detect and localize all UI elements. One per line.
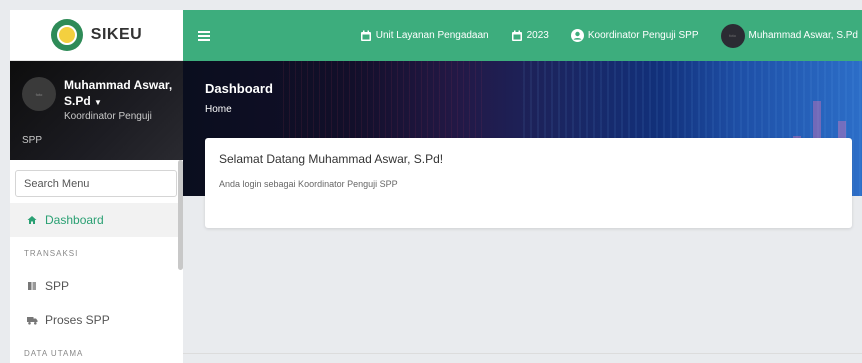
user-avatar: foto <box>22 77 56 111</box>
page-title: Dashboard <box>205 81 273 96</box>
sidebar-item-dashboard[interactable]: Dashboard <box>10 203 183 237</box>
user-panel: foto Muhammad Aswar, S.Pd ▼ Koordinator … <box>10 61 183 160</box>
topnav-user-label: Muhammad Aswar, S.Pd <box>748 30 859 41</box>
topnav-year-label: 2023 <box>526 30 549 41</box>
user-role: Koordinator Penguji <box>64 111 152 122</box>
sidebar-item-label: Dashboard <box>45 213 104 227</box>
topnav-year[interactable]: 2023 <box>511 30 549 42</box>
menu-header-data-utama: DATA UTAMA <box>24 348 84 358</box>
breadcrumb[interactable]: Home <box>205 104 232 115</box>
book-icon <box>26 281 38 291</box>
search-input[interactable] <box>24 177 176 190</box>
footer-divider <box>183 353 862 354</box>
welcome-card: Selamat Datang Muhammad Aswar, S.Pd! And… <box>205 138 852 228</box>
welcome-title: Selamat Datang Muhammad Aswar, S.Pd! <box>219 152 444 166</box>
user-name: Muhammad Aswar, S.Pd <box>64 78 173 108</box>
menu-toggle-button[interactable] <box>183 28 225 44</box>
truck-icon <box>26 316 38 325</box>
calendar-icon <box>511 30 523 42</box>
topnav-unit-label: Unit Layanan Pengadaan <box>375 30 489 41</box>
sidebar-item-spp[interactable]: SPP <box>10 269 183 303</box>
sidebar-item-proses-spp[interactable]: Proses SPP <box>10 303 183 337</box>
topnav-user[interactable]: foto Muhammad Aswar, S.Pd <box>720 23 859 48</box>
topbar: Unit Layanan Pengadaan 2023 Koordinator … <box>183 10 862 61</box>
brand[interactable]: SIKEU <box>10 10 183 61</box>
user-name-dropdown[interactable]: Muhammad Aswar, S.Pd ▼ <box>64 77 176 111</box>
sidebar-item-label: SPP <box>45 279 70 293</box>
home-icon <box>26 215 38 225</box>
brand-logo-icon <box>50 19 83 51</box>
topnav-role[interactable]: Koordinator Penguji SPP <box>570 29 699 42</box>
welcome-text: Anda login sebagai Koordinator Penguji S… <box>219 179 398 189</box>
user-circle-icon <box>570 29 584 42</box>
menu-header-transaksi: TRANSAKSI <box>24 248 79 258</box>
caret-down-icon: ▼ <box>94 98 102 107</box>
topnav-role-label: Koordinator Penguji SPP <box>587 30 699 41</box>
topnav-unit[interactable]: Unit Layanan Pengadaan <box>360 30 489 42</box>
sidebar: SIKEU foto Muhammad Aswar, S.Pd ▼ Koordi… <box>10 10 183 363</box>
topnav: Unit Layanan Pengadaan 2023 Koordinator … <box>360 10 862 61</box>
search-menu[interactable] <box>15 170 177 197</box>
sidebar-item-label: Proses SPP <box>45 313 110 327</box>
calendar-icon <box>360 30 372 42</box>
brand-name: SIKEU <box>90 26 143 43</box>
hamburger-icon <box>198 28 210 44</box>
user-role-cont: SPP <box>22 135 43 146</box>
avatar: foto <box>720 23 745 48</box>
